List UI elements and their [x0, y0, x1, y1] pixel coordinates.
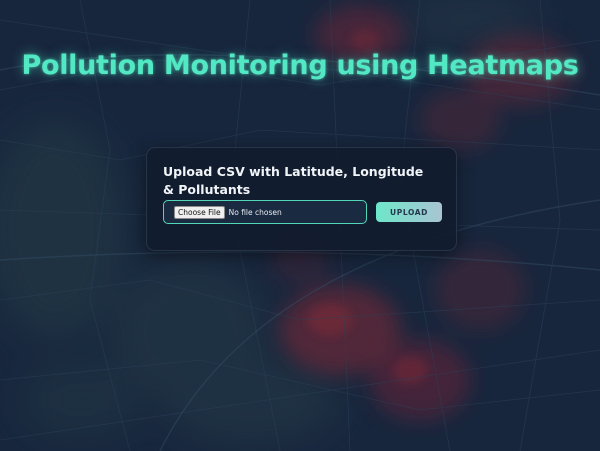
file-input[interactable]: Choose File No file chosen: [163, 200, 367, 224]
page-title: Pollution Monitoring using Heatmaps: [21, 50, 579, 81]
file-status-text: No file chosen: [228, 207, 282, 217]
upload-card: Upload CSV with Latitude, Longitude & Po…: [146, 147, 457, 251]
choose-file-button[interactable]: Choose File: [174, 205, 225, 219]
upload-button[interactable]: UPLOAD: [376, 202, 442, 222]
upload-heading: Upload CSV with Latitude, Longitude & Po…: [163, 164, 424, 197]
